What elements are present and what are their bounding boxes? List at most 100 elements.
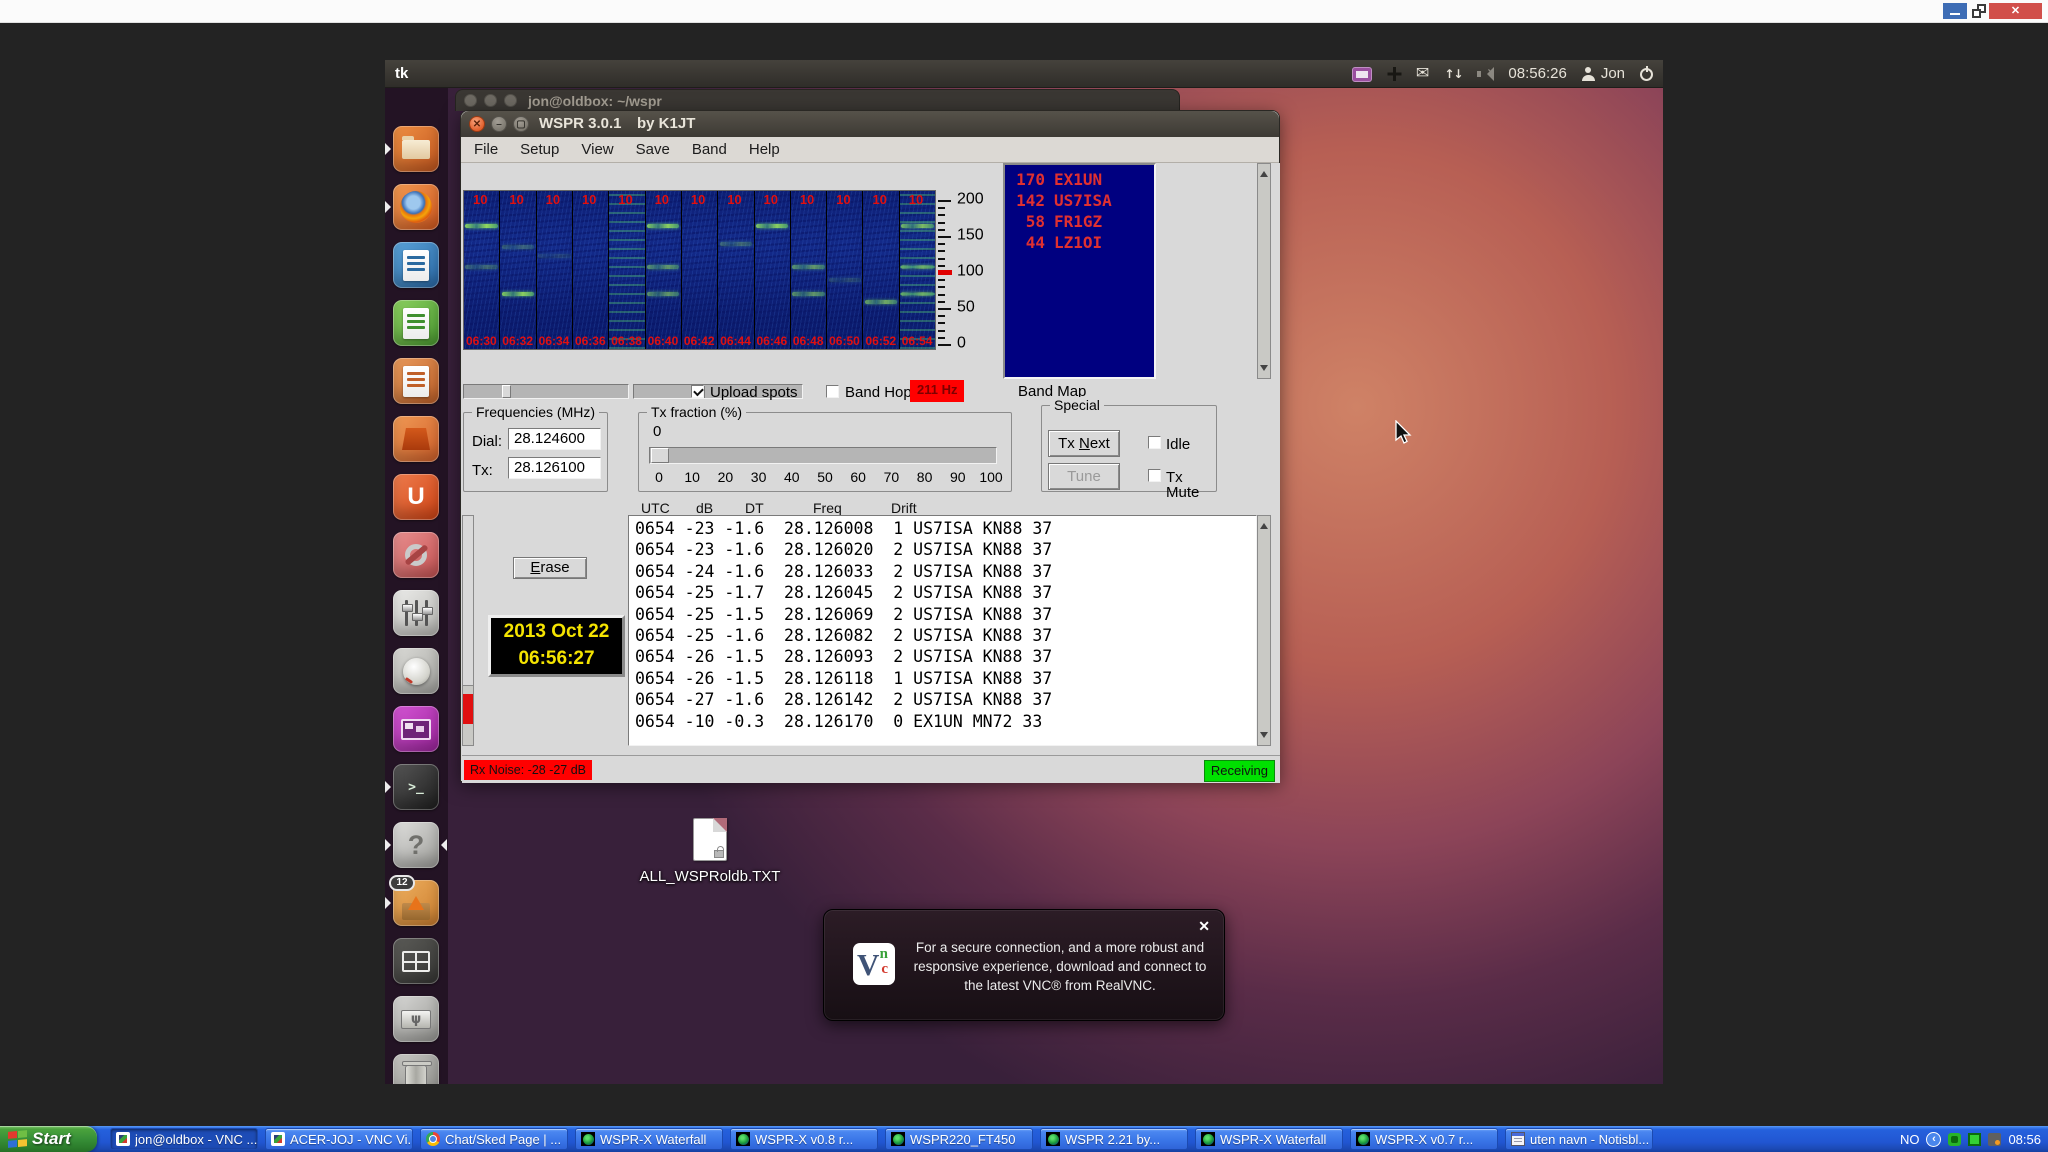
menu-view[interactable]: View [570,137,624,162]
taskbar-button[interactable]: WSPR-X Waterfall [575,1128,723,1150]
tx-mute-checkbox[interactable] [1148,469,1161,482]
scroll-down-icon[interactable] [1260,365,1268,375]
taskbar-button[interactable]: WSPR-X v0.8 r... [730,1128,878,1150]
band-hop-checkbox[interactable] [826,385,839,398]
restore-button[interactable] [1972,4,1986,18]
band-label: 10 [872,192,886,207]
desktop-file-icon[interactable]: ALL_WSPRoldb.TXT [565,818,855,885]
tray-app-icon[interactable] [1948,1133,1961,1146]
slider-handle[interactable] [502,385,511,398]
tx-label: Tx: [472,462,493,479]
launcher-software-updater[interactable]: 12 [393,880,439,926]
screen-share-icon[interactable] [1352,67,1372,82]
network-arrows-icon[interactable]: ↑↓ [1444,67,1462,81]
volume-muted-icon[interactable]: × [1477,67,1493,81]
upload-spots-label[interactable]: Upload spots [710,385,798,400]
dial-frequency-field[interactable]: 28.124600 [508,428,601,450]
indicator-icon[interactable] [1387,67,1401,81]
panel-user-name[interactable]: Jon [1601,60,1625,88]
menu-file[interactable]: File [463,137,509,162]
menu-save[interactable]: Save [625,137,681,162]
left-scrollbar[interactable] [462,515,474,746]
menu-band[interactable]: Band [681,137,738,162]
tx-mute-label[interactable]: Tx Mute [1166,470,1216,500]
scroll-up-icon[interactable] [1260,519,1268,529]
launcher-audio-mixer[interactable] [393,590,439,636]
window-close-icon[interactable]: ✕ [469,116,485,132]
panel-tray: ✉ ↑↓ × 08:56:26 Jon [1352,60,1653,88]
band-hop-label[interactable]: Band Hop [845,385,912,400]
taskbar-button[interactable]: ACER-JOJ - VNC Vi... [265,1128,413,1150]
band-map-entry: 142US7ISA [1005,190,1154,211]
spots-text-area[interactable]: 0654 -23 -1.6 28.126008 1 US7ISA KN88 37… [628,515,1257,746]
launcher-system-settings[interactable] [393,532,439,578]
start-button[interactable]: Start [0,1126,97,1152]
tune-button[interactable]: Tune [1048,463,1120,490]
terminal-close-icon[interactable] [464,94,477,107]
launcher-trash[interactable] [393,1054,439,1084]
launcher-usb-drive[interactable]: ψ [393,996,439,1042]
spots-scrollbar[interactable] [1257,515,1271,746]
tx-fraction-slider[interactable] [649,447,997,464]
tx-frequency-field[interactable]: 28.126100 [508,457,601,479]
idle-checkbox[interactable] [1148,436,1161,449]
slider-handle[interactable] [651,448,669,463]
taskbar-button[interactable]: Chat/Sked Page | ... [420,1128,568,1150]
taskbar-button[interactable]: jon@oldbox - VNC ... [110,1128,258,1150]
mail-icon[interactable]: ✉ [1416,66,1429,82]
tray-collapse-icon[interactable]: ‹ [1926,1132,1941,1147]
launcher-remote-desktop[interactable] [393,706,439,752]
spot-row: 0654 -27 -1.6 28.126142 2 US7ISA KN88 37 [635,689,1256,710]
terminal-maximize-icon[interactable] [504,94,517,107]
taskbar-button[interactable]: WSPR-X Waterfall [1195,1128,1343,1150]
menu-setup[interactable]: Setup [509,137,570,162]
terminal-window-titlebar[interactable]: jon@oldbox: ~/wspr [455,89,1180,111]
taskbar-button[interactable]: WSPR220_FT450 [885,1128,1033,1150]
popup-close-icon[interactable]: ✕ [1198,918,1210,935]
waterfall-gain-slider[interactable] [463,384,629,399]
scroll-down-icon[interactable] [1260,732,1268,742]
menu-help[interactable]: Help [738,137,791,162]
scroll-up-icon[interactable] [1260,167,1268,177]
idle-label[interactable]: Idle [1166,437,1190,452]
signal-trace [829,278,862,282]
software-center-icon [393,416,439,462]
launcher-ubuntu-one[interactable]: U [393,474,439,520]
launcher-libreoffice-calc[interactable] [393,300,439,346]
scale-label: 100 [957,262,984,280]
tray-status-icon[interactable] [1988,1133,2001,1146]
scrollbar-thumb[interactable] [463,516,473,686]
launcher-libreoffice-writer[interactable] [393,242,439,288]
upload-spots-checkbox[interactable] [691,385,704,398]
language-indicator[interactable]: NO [1900,1132,1920,1147]
taskbar-button[interactable]: uten navn - Notisbl... [1505,1128,1653,1150]
panel-app-menu[interactable]: tk [395,60,408,88]
spot-row: 0654 -10 -0.3 28.126170 0 EX1UN MN72 33 [635,711,1256,732]
tray-clock[interactable]: 08:56 [2008,1132,2041,1147]
tick-label: 30 [751,469,767,485]
tx-next-button[interactable]: Tx Next [1048,430,1120,457]
launcher-volume-knob[interactable] [393,648,439,694]
terminal-minimize-icon[interactable] [484,94,497,107]
taskbar-button[interactable]: WSPR-X v0.7 r... [1350,1128,1498,1150]
minimize-button[interactable] [1943,3,1967,19]
taskbar-button[interactable]: WSPR 2.21 by... [1040,1128,1188,1150]
window-maximize-icon[interactable]: ▢ [513,116,529,132]
wspr-titlebar[interactable]: ✕ – ▢ WSPR 3.0.1 by K1JT [461,111,1279,137]
launcher-workspace-switcher[interactable] [393,938,439,984]
power-gear-icon[interactable] [1640,68,1653,81]
launcher-home-folder[interactable] [393,126,439,172]
close-button[interactable]: ✕ [1989,3,2042,19]
window-minimize-icon[interactable]: – [491,116,507,132]
tx-fraction-value: 0 [653,423,661,440]
band-map-scrollbar[interactable] [1257,163,1271,379]
launcher-firefox[interactable] [393,184,439,230]
panel-clock[interactable]: 08:56:26 [1508,60,1566,88]
launcher-help[interactable]: ? [393,822,439,868]
launcher-software-center[interactable] [393,416,439,462]
launcher-libreoffice-impress[interactable] [393,358,439,404]
erase-button[interactable]: Erase [513,557,587,579]
vnc-server-tray-icon[interactable] [1968,1133,1981,1146]
file-icon[interactable] [693,818,727,861]
launcher-terminal[interactable]: >_ [393,764,439,810]
